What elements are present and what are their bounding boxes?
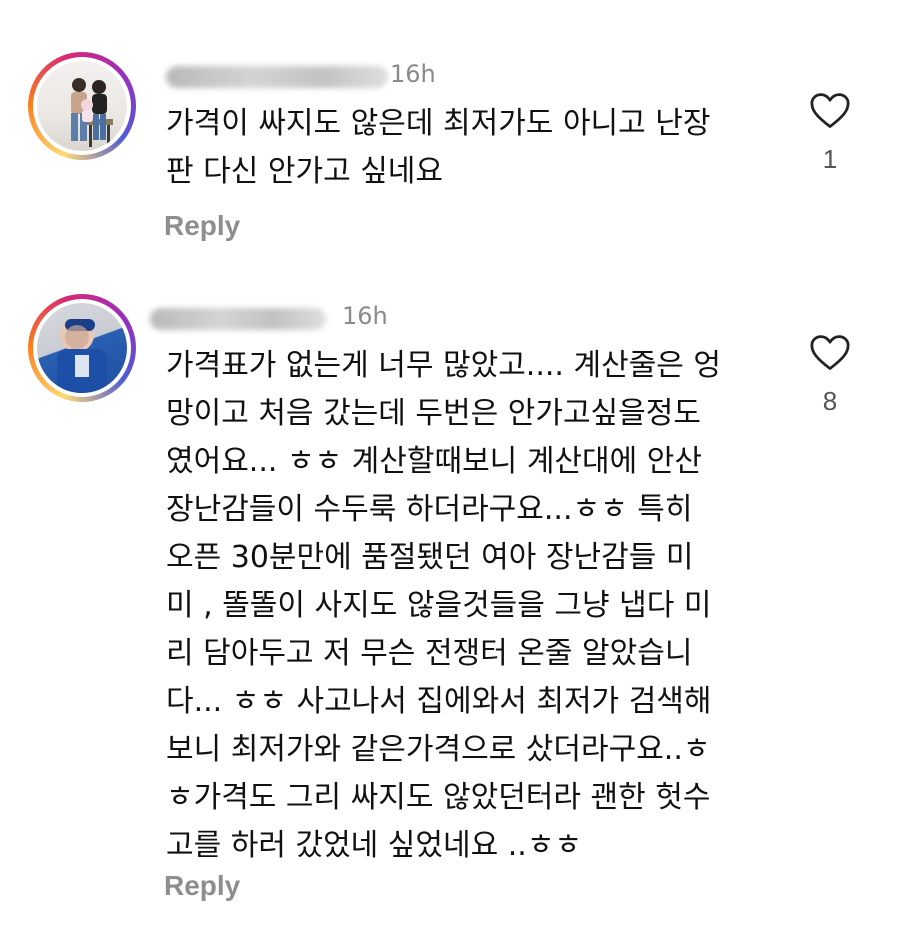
reply-button[interactable]: Reply [164, 210, 240, 242]
username-redacted[interactable] [150, 308, 326, 330]
comment-time: 16h [342, 302, 388, 330]
avatar[interactable] [28, 294, 136, 402]
username-redacted[interactable] [166, 66, 388, 88]
reply-button[interactable]: Reply [164, 870, 240, 902]
avatar-photo [37, 303, 127, 393]
heart-outline-icon[interactable] [809, 92, 851, 130]
like-count: 1 [822, 144, 838, 174]
avatar[interactable] [28, 52, 136, 160]
like-button[interactable]: 1 [800, 92, 860, 175]
avatar-photo [37, 61, 127, 151]
heart-outline-icon[interactable] [809, 334, 851, 372]
like-count: 8 [822, 386, 838, 416]
comment-text: 가격이 싸지도 않은데 최저가도 아니고 난장 판 다신 안가고 싶네요 [166, 106, 711, 189]
like-button[interactable]: 8 [800, 334, 860, 417]
comment-time: 16h [390, 60, 436, 88]
comment-text: 가격표가 없는게 너무 많았고.... 계산줄은 엉 망이고 처음 갔는데 두번… [166, 348, 722, 863]
